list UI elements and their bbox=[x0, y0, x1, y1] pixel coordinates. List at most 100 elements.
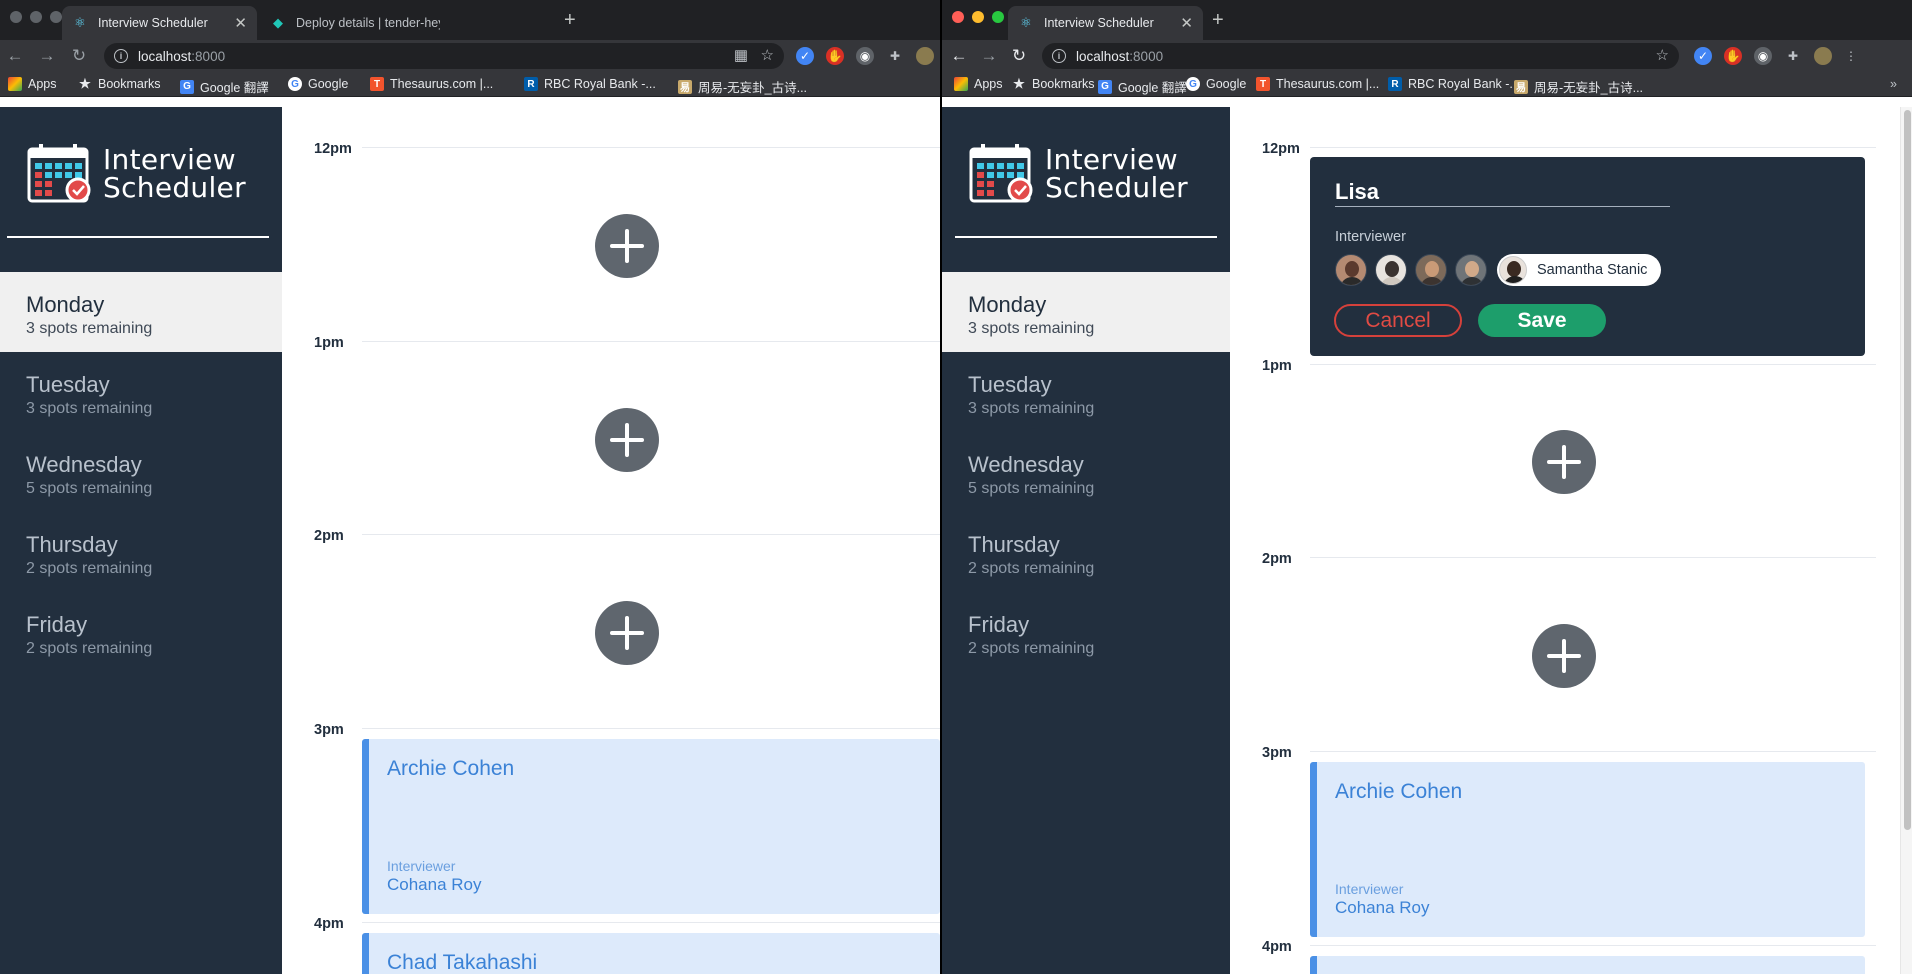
day-name: Thursday bbox=[26, 532, 118, 557]
tab-deploy-details[interactable]: ◆ Deploy details | tender-heyrov bbox=[260, 6, 450, 40]
scheduler-app: Interview Scheduler Monday 3 spots remai… bbox=[942, 107, 1912, 974]
maximize-window-button[interactable] bbox=[50, 11, 62, 23]
day-friday[interactable]: Friday 2 spots remaining bbox=[942, 592, 1230, 672]
thesaurus-icon: T bbox=[1256, 77, 1270, 91]
reload-icon[interactable]: ↻ bbox=[68, 45, 90, 67]
interviewer-avatar[interactable] bbox=[1375, 254, 1407, 286]
day-monday[interactable]: Monday 3 spots remaining bbox=[942, 272, 1230, 352]
add-appointment-button[interactable] bbox=[1532, 430, 1596, 494]
bookmark-label: RBC Royal Bank -... bbox=[544, 77, 656, 91]
bookmark-label: 周易-无妄卦_古诗... bbox=[698, 81, 808, 95]
window-controls bbox=[952, 11, 1004, 23]
netlify-icon: ◆ bbox=[273, 15, 283, 30]
tab-interview-scheduler[interactable]: ⚛ Interview Scheduler ✕ bbox=[62, 6, 257, 40]
hour-line bbox=[1310, 557, 1876, 558]
puzzle-extensions-icon[interactable]: ✚ bbox=[1784, 47, 1802, 65]
cancel-button[interactable]: Cancel bbox=[1334, 304, 1462, 337]
browser-window-right: ⚛ Interview Scheduler ✕ + ← → ↻ i localh… bbox=[942, 0, 1912, 974]
interviewer-avatar[interactable] bbox=[1455, 254, 1487, 286]
back-icon[interactable]: ← bbox=[4, 45, 26, 67]
bookmark-bookmarks[interactable]: ★ Bookmarks bbox=[1012, 76, 1094, 91]
add-appointment-button[interactable] bbox=[595, 408, 659, 472]
day-friday[interactable]: Friday 2 spots remaining bbox=[0, 592, 282, 672]
day-wednesday[interactable]: Wednesday 5 spots remaining bbox=[0, 432, 282, 512]
day-thursday[interactable]: Thursday 2 spots remaining bbox=[0, 512, 282, 592]
more-bookmarks-icon[interactable]: » bbox=[1890, 77, 1897, 91]
page-scrollbar[interactable] bbox=[1900, 107, 1912, 974]
bookmark-thesaurus[interactable]: T Thesaurus.com |... bbox=[1256, 77, 1379, 91]
bookmark-google-translate[interactable]: G Google 翻譯 bbox=[1098, 77, 1187, 96]
add-appointment-button[interactable] bbox=[1532, 624, 1596, 688]
interviewer-avatar[interactable] bbox=[1335, 254, 1367, 286]
forward-icon[interactable]: → bbox=[978, 45, 1000, 67]
bookmark-thesaurus[interactable]: T Thesaurus.com |... bbox=[370, 77, 493, 91]
bookmark-zhouyi[interactable]: 易周易-无妄卦_古诗... bbox=[678, 77, 807, 96]
bookmark-google[interactable]: G Google bbox=[288, 77, 348, 91]
thesaurus-icon: T bbox=[370, 77, 384, 91]
day-wednesday[interactable]: Wednesday 5 spots remaining bbox=[942, 432, 1230, 512]
appointment-interviewer: Cohana Roy bbox=[1335, 898, 1430, 917]
hour-line bbox=[1310, 364, 1876, 365]
bookmark-star-icon[interactable]: ☆ bbox=[761, 46, 774, 64]
add-appointment-button[interactable] bbox=[595, 214, 659, 278]
interviewer-avatar bbox=[1499, 256, 1527, 284]
appointment-card[interactable]: Archie Cohen Interviewer Cohana Roy bbox=[362, 739, 940, 914]
menu-kebab-icon[interactable]: ⋮ bbox=[1842, 47, 1860, 65]
bookmark-apps[interactable]: Apps bbox=[8, 77, 57, 91]
bookmark-google[interactable]: G Google bbox=[1186, 77, 1246, 91]
tab-interview-scheduler[interactable]: ⚛ Interview Scheduler ✕ bbox=[1008, 6, 1203, 40]
address-bar[interactable]: i localhost:8000 ☆ bbox=[1042, 43, 1679, 69]
extension-icon[interactable]: ◉ bbox=[856, 47, 874, 65]
new-tab-button[interactable]: + bbox=[564, 9, 576, 32]
puzzle-extensions-icon[interactable]: ✚ bbox=[886, 47, 904, 65]
close-tab-icon[interactable]: ✕ bbox=[234, 14, 247, 32]
profile-avatar[interactable] bbox=[1814, 47, 1832, 65]
forward-icon[interactable]: → bbox=[36, 45, 58, 67]
minimize-window-button[interactable] bbox=[30, 11, 42, 23]
interviewer-selected[interactable]: Samantha Stanic bbox=[1497, 254, 1662, 286]
adblock-icon[interactable]: ✋ bbox=[826, 47, 844, 65]
save-button[interactable]: Save bbox=[1478, 304, 1606, 337]
bookmark-rbc[interactable]: R RBC Royal Bank -... bbox=[1388, 77, 1520, 91]
hour-label: 12pm bbox=[1262, 141, 1300, 157]
interviewer-avatar[interactable] bbox=[1415, 254, 1447, 286]
bookmark-apps[interactable]: Apps bbox=[954, 77, 1003, 91]
bookmark-bookmarks[interactable]: ★ Bookmarks bbox=[78, 76, 160, 91]
address-bar[interactable]: i localhost:8000 ▦ ☆ bbox=[104, 43, 784, 69]
day-name: Monday bbox=[26, 292, 105, 317]
bookmark-star-icon[interactable]: ☆ bbox=[1656, 46, 1669, 64]
day-monday[interactable]: Monday 3 spots remaining bbox=[0, 272, 282, 352]
appointment-card[interactable] bbox=[1310, 956, 1865, 974]
day-thursday[interactable]: Thursday 2 spots remaining bbox=[942, 512, 1230, 592]
site-info-icon[interactable]: i bbox=[114, 49, 128, 63]
new-tab-button[interactable]: + bbox=[1212, 9, 1224, 32]
maximize-window-button[interactable] bbox=[992, 11, 1004, 23]
site-info-icon[interactable]: i bbox=[1052, 49, 1066, 63]
interviewer-list: Samantha Stanic bbox=[1335, 254, 1662, 286]
bookmark-zhouyi[interactable]: 易周易-无妄卦_古诗... bbox=[1514, 77, 1643, 96]
close-window-button[interactable] bbox=[952, 11, 964, 23]
bookmark-rbc[interactable]: R RBC Royal Bank -... bbox=[524, 77, 656, 91]
qr-code-icon[interactable]: ▦ bbox=[734, 46, 748, 64]
close-window-button[interactable] bbox=[10, 11, 22, 23]
profile-avatar[interactable] bbox=[916, 47, 934, 65]
bookmark-google-translate[interactable]: G Google 翻譯 bbox=[180, 77, 269, 96]
extension-icon[interactable]: ✓ bbox=[796, 47, 814, 65]
sidebar: Interview Scheduler Monday 3 spots remai… bbox=[0, 107, 282, 974]
extension-icon[interactable]: ✓ bbox=[1694, 47, 1712, 65]
adblock-icon[interactable]: ✋ bbox=[1724, 47, 1742, 65]
close-tab-icon[interactable]: ✕ bbox=[1180, 14, 1193, 32]
minimize-window-button[interactable] bbox=[972, 11, 984, 23]
google-icon: G bbox=[1186, 77, 1200, 91]
appointment-card[interactable]: Chad Takahashi bbox=[362, 933, 940, 974]
student-name-input[interactable] bbox=[1335, 177, 1670, 207]
day-tuesday[interactable]: Tuesday 3 spots remaining bbox=[942, 352, 1230, 432]
appointment-card[interactable]: Archie Cohen Interviewer Cohana Roy bbox=[1310, 762, 1865, 937]
reload-icon[interactable]: ↻ bbox=[1008, 45, 1030, 67]
extension-icon[interactable]: ◉ bbox=[1754, 47, 1772, 65]
scrollbar-thumb[interactable] bbox=[1904, 110, 1911, 830]
day-name: Friday bbox=[968, 612, 1030, 637]
back-icon[interactable]: ← bbox=[948, 45, 970, 67]
day-tuesday[interactable]: Tuesday 3 spots remaining bbox=[0, 352, 282, 432]
add-appointment-button[interactable] bbox=[595, 601, 659, 665]
